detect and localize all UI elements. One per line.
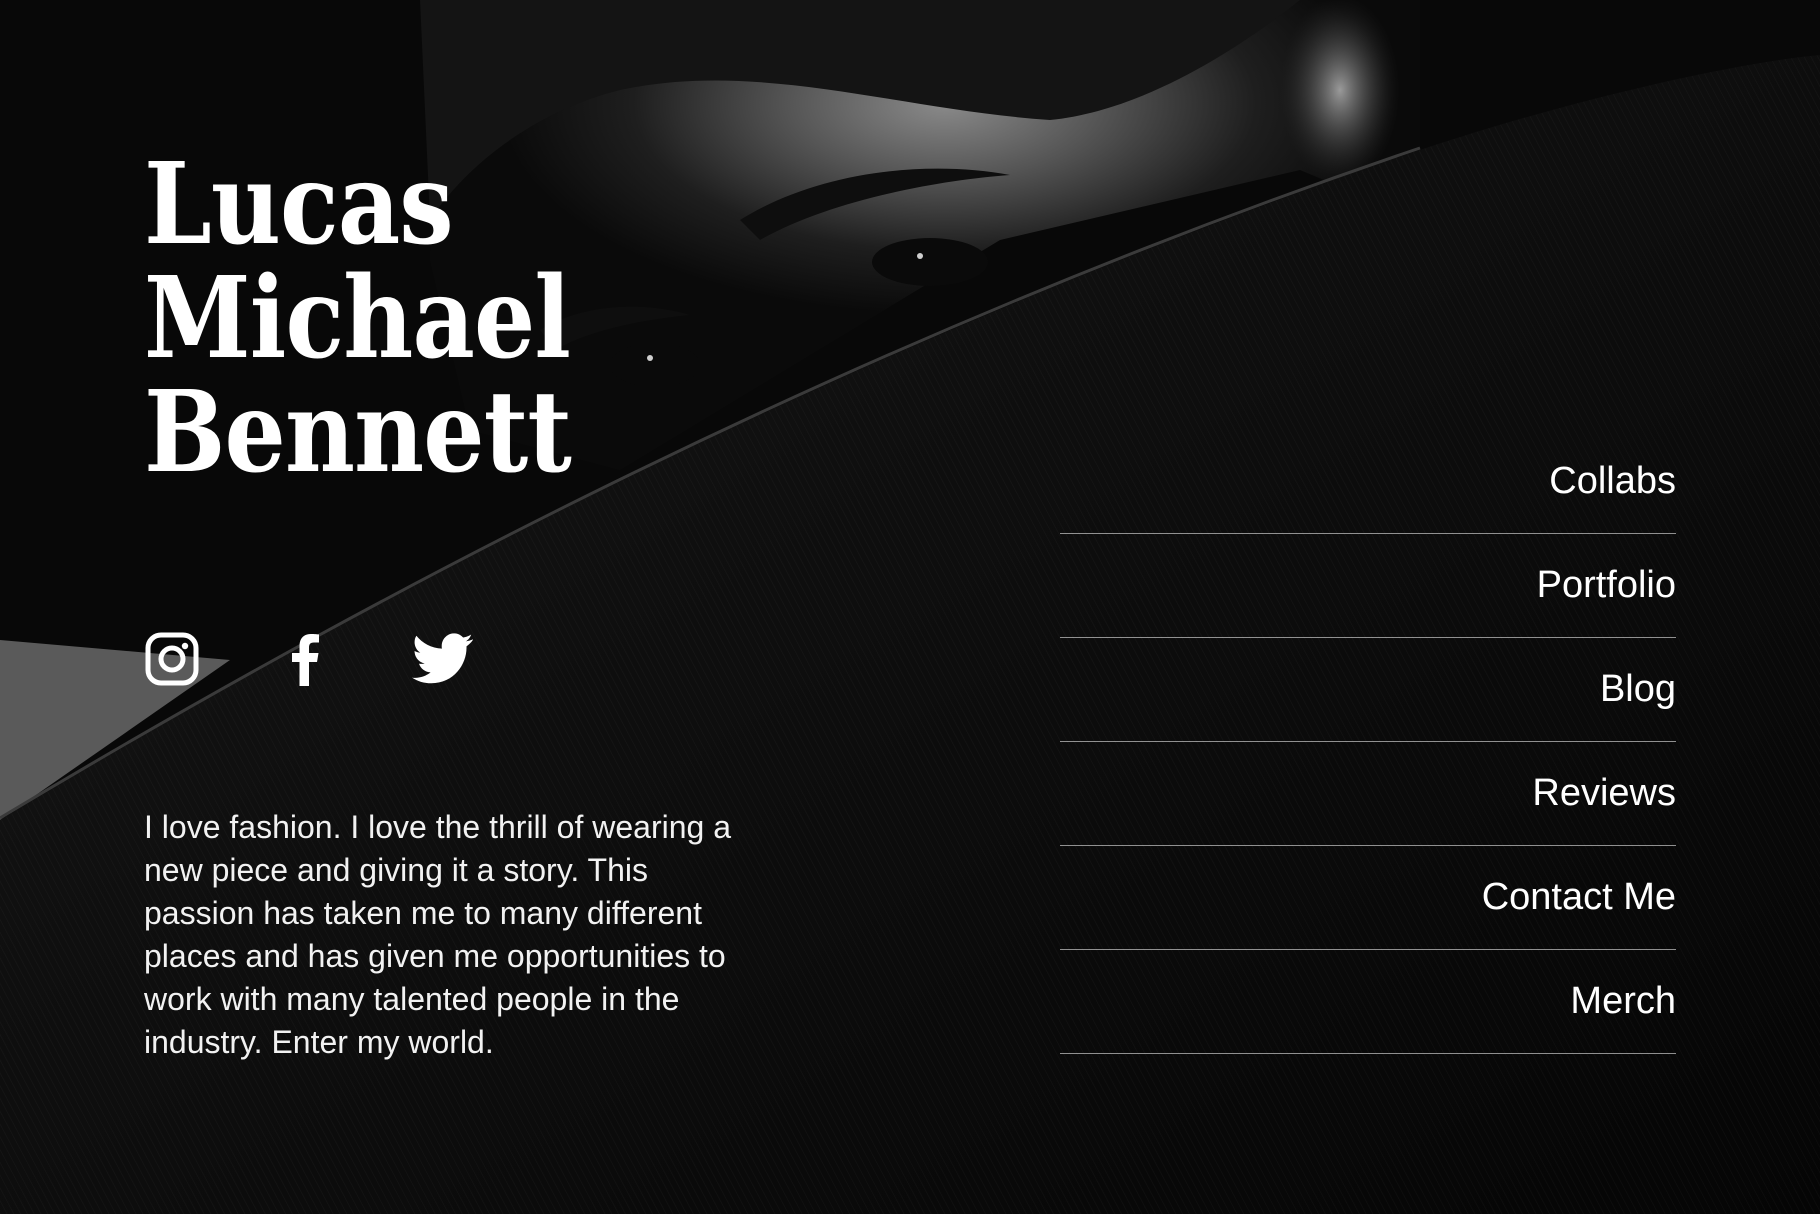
nav-item-label: Reviews [1532,772,1676,814]
instagram-icon [144,632,200,686]
name-middle: Michael [144,253,571,384]
nav-item-reviews[interactable]: Reviews [1060,742,1676,846]
instagram-link[interactable] [144,632,200,686]
nav-item-blog[interactable]: Blog [1060,638,1676,742]
facebook-link[interactable] [278,632,334,686]
main-nav: Collabs Portfolio Blog Reviews Contact M… [1060,430,1676,1054]
nav-item-label: Portfolio [1536,564,1676,606]
nav-item-collabs[interactable]: Collabs [1060,430,1676,534]
nav-item-contact-me[interactable]: Contact Me [1060,846,1676,950]
name-last: Bennett [144,367,572,498]
nav-item-merch[interactable]: Merch [1060,950,1676,1054]
twitter-icon [412,632,474,686]
bio-paragraph: I love fashion. I love the thrill of wea… [144,809,731,1060]
nav-item-label: Merch [1570,980,1676,1022]
name-first: Lucas [144,139,454,270]
person-name-heading: Lucas Michael Bennett [144,139,572,498]
twitter-link[interactable] [412,632,474,686]
nav-item-label: Collabs [1549,460,1676,502]
facebook-icon [278,632,334,686]
nav-item-label: Contact Me [1481,876,1676,918]
portfolio-page: Lucas Michael Bennett I love fashion. I … [0,0,1820,1214]
nav-item-portfolio[interactable]: Portfolio [1060,534,1676,638]
nav-item-label: Blog [1599,668,1676,710]
